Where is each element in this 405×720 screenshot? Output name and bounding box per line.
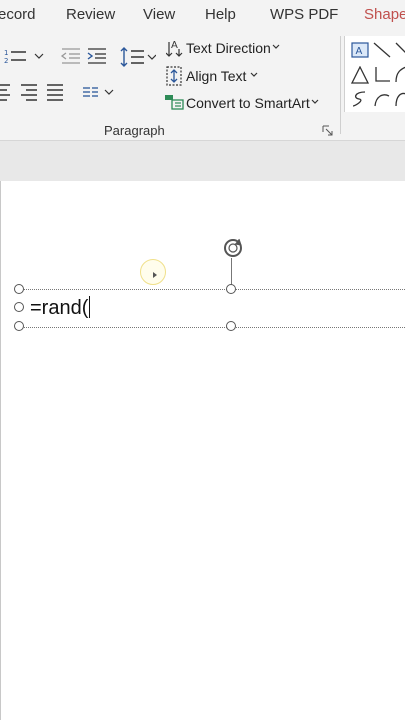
smartart-icon[interactable] — [164, 94, 184, 110]
tab-shape-format[interactable]: Shape — [364, 6, 405, 23]
group-separator — [340, 36, 341, 134]
svg-text:2: 2 — [4, 57, 8, 65]
rotate-handle-icon[interactable] — [220, 236, 246, 265]
menu-bar: ecord Review View Help WPS PDF Shape — [0, 0, 405, 30]
resize-handle-bottom-left[interactable] — [14, 321, 24, 331]
ribbon: 1 2 A Text Direction Align Text Convert … — [0, 30, 405, 141]
shapes-gallery[interactable]: A — [344, 36, 405, 112]
align-text-icon[interactable] — [164, 66, 184, 86]
curve-shape-icon[interactable] — [395, 90, 405, 108]
svg-text:A: A — [171, 40, 178, 51]
paragraph-group-label: Paragraph — [104, 123, 165, 138]
text-box-content[interactable]: =rand( — [30, 296, 91, 320]
tab-record[interactable]: ecord — [0, 6, 36, 23]
tab-review[interactable]: Review — [66, 6, 115, 23]
align-left-icon[interactable] — [0, 83, 12, 101]
text-caret — [89, 296, 91, 318]
chevron-down-icon[interactable] — [250, 72, 258, 78]
chevron-down-icon[interactable] — [311, 99, 319, 105]
align-text-button[interactable]: Align Text — [186, 68, 246, 84]
text-box-text: =rand( — [30, 297, 89, 319]
svg-text:A: A — [356, 46, 363, 57]
text-box-shape-icon[interactable]: A — [351, 42, 369, 58]
dialog-launcher-icon[interactable] — [322, 124, 334, 136]
resize-handle-middle-left[interactable] — [14, 302, 24, 312]
curved-connector-icon[interactable] — [395, 66, 405, 84]
columns-icon[interactable] — [82, 85, 114, 99]
triangle-shape-icon[interactable] — [351, 66, 369, 84]
freeform-shape-icon[interactable] — [351, 90, 369, 108]
resize-handle-bottom-middle[interactable] — [226, 321, 236, 331]
text-direction-icon[interactable]: A — [166, 38, 184, 58]
text-direction-button[interactable]: Text Direction — [186, 40, 271, 56]
convert-to-smartart-button[interactable]: Convert to SmartArt — [186, 95, 310, 111]
justify-icon[interactable] — [46, 83, 64, 101]
svg-text:1: 1 — [4, 49, 8, 57]
numbered-list-icon[interactable]: 1 2 — [4, 46, 44, 66]
tab-view[interactable]: View — [143, 6, 175, 23]
document-page[interactable] — [0, 181, 405, 720]
align-right-icon[interactable] — [20, 83, 38, 101]
tab-help[interactable]: Help — [205, 6, 236, 23]
chevron-down-icon[interactable] — [272, 44, 280, 50]
line-spacing-icon[interactable] — [120, 46, 156, 68]
line-shape-icon[interactable] — [373, 42, 391, 58]
tab-wps-pdf[interactable]: WPS PDF — [270, 6, 338, 23]
decrease-indent-icon[interactable] — [60, 46, 82, 66]
arc-shape-icon[interactable] — [373, 90, 391, 108]
arrow-shape-icon[interactable] — [395, 42, 405, 58]
canvas-background — [0, 141, 405, 181]
elbow-connector-icon[interactable] — [373, 66, 391, 84]
increase-indent-icon[interactable] — [86, 46, 108, 66]
resize-handle-top-middle[interactable] — [226, 284, 236, 294]
resize-handle-top-left[interactable] — [14, 284, 24, 294]
mouse-cursor-icon — [140, 259, 166, 285]
